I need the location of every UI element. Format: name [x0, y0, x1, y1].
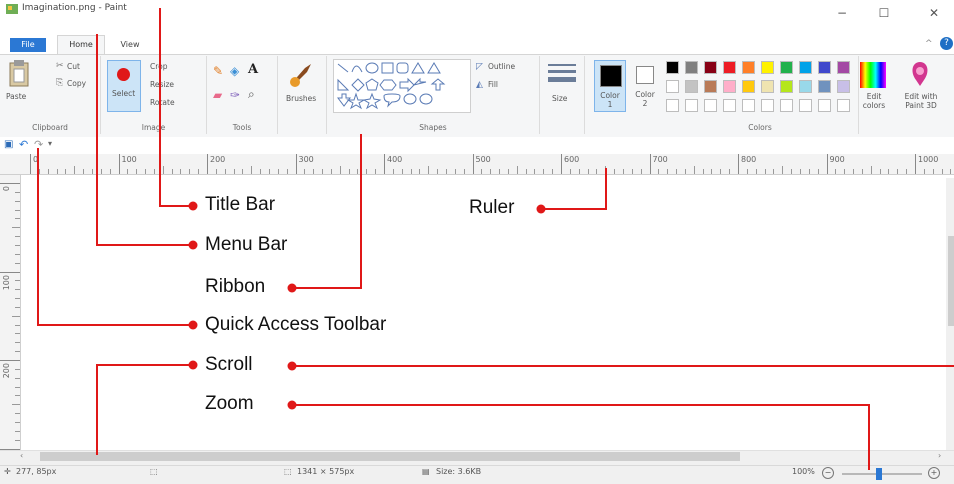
- ruler-leader: [541, 168, 607, 210]
- annotation-menu-bar: Menu Bar: [205, 234, 288, 255]
- annotation-lines: [37, 8, 954, 470]
- zoom-leader: [292, 404, 870, 470]
- title-bar-leader: [159, 8, 193, 207]
- annotation-quick-access: Quick Access Toolbar: [205, 314, 387, 335]
- ribbon-leader: [292, 134, 362, 289]
- scroll-leader: [96, 364, 193, 455]
- quick-access-leader: [37, 148, 193, 326]
- annotation-title-bar: Title Bar: [205, 194, 276, 215]
- annotation-ruler: Ruler: [469, 197, 515, 218]
- annotation-ribbon: Ribbon: [205, 276, 266, 297]
- annotation-zoom: Zoom: [205, 393, 254, 414]
- annotation-scroll: Scroll: [205, 354, 253, 375]
- menu-bar-leader: [96, 34, 193, 246]
